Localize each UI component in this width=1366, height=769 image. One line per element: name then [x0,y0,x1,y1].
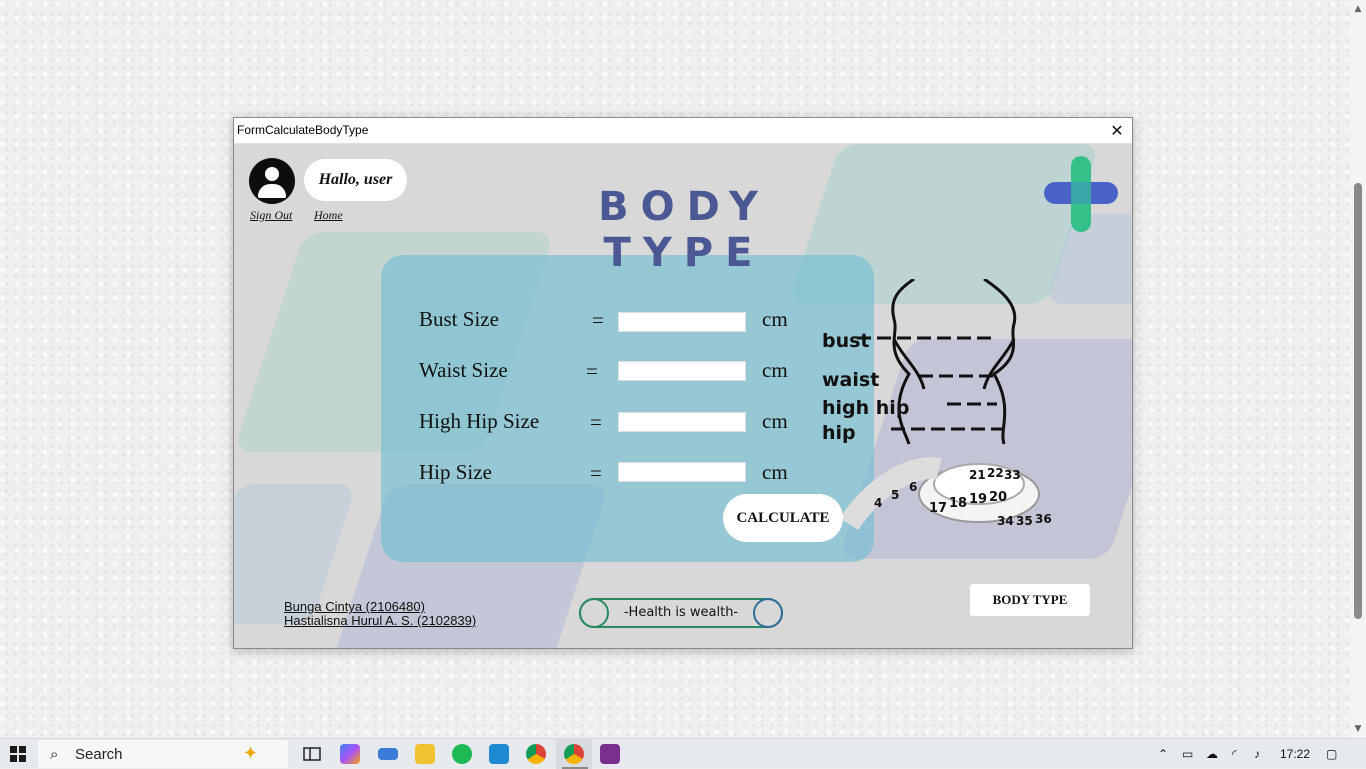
search-placeholder: Search [75,746,123,763]
equals-sign: = [586,359,598,383]
motto-text: -Health is wealth- [623,605,739,620]
battery-icon[interactable]: ▭ [1182,739,1193,769]
tape-number: 20 [989,490,1007,505]
sparkle-icon: ✦ [243,743,259,764]
winrar-icon[interactable] [600,739,620,769]
window-client-area: Hallo, user Sign Out Home BODY TYPE Bust… [234,144,1132,648]
calculate-button[interactable]: CALCULATE [723,494,843,542]
page-scrollbar[interactable]: ▲ ▼ [1350,0,1366,738]
equals-sign: = [592,308,604,332]
author-line: Hastialisna Hurul A. S. (2102839) [284,613,477,628]
high-hip-size-input[interactable] [618,412,746,432]
sign-out-link[interactable]: Sign Out [250,208,292,223]
motto-left-cap [579,598,609,628]
file-explorer-icon[interactable] [415,739,435,769]
taskbar-search-box[interactable]: ⌕ Search ✦ [38,740,288,768]
tape-number: 36 [1035,512,1052,526]
app-window: FormCalculateBodyType ✕ Hallo, user Sign… [233,117,1133,649]
copilot-icon[interactable] [340,739,360,769]
tape-number: 33 [1004,468,1021,482]
window-title: FormCalculateBodyType [237,123,369,137]
chrome-active-icon[interactable] [556,739,592,769]
greeting-bubble: Hallo, user [304,159,407,201]
notifications-icon[interactable]: ▢ [1326,739,1337,769]
equals-sign: = [590,461,602,485]
medical-cross-logo-icon [1044,156,1118,232]
scroll-down-icon[interactable]: ▼ [1353,724,1363,734]
bust-size-label: Bust Size [419,307,499,331]
close-icon[interactable]: ✕ [1102,118,1132,143]
hip-size-input[interactable] [618,462,746,482]
equals-sign: = [590,410,602,434]
onedrive-icon[interactable]: ☁ [1206,739,1218,769]
body-type-button[interactable]: BODY TYPE [970,584,1090,616]
wifi-icon[interactable]: ◜ [1232,739,1237,769]
search-icon: ⌕ [50,745,59,763]
bust-size-input[interactable] [618,312,746,332]
window-titlebar[interactable]: FormCalculateBodyType ✕ [234,118,1132,144]
tape-number: 5 [891,488,899,502]
high-hip-measure-label: high hip [822,397,910,419]
volume-icon[interactable]: ♪ [1254,739,1260,769]
tape-number: 19 [969,492,987,507]
task-view-icon[interactable] [302,739,322,769]
waist-measure-label: waist [822,369,880,391]
tape-number: 22 [987,466,1004,480]
scrollbar-thumb[interactable] [1354,183,1362,619]
author-line: Bunga Cintya (2106480) [284,599,425,614]
tape-number: 4 [874,496,882,510]
tray-chevron-icon[interactable]: ⌃ [1158,739,1168,769]
vscode-icon[interactable] [489,739,509,769]
scroll-up-icon[interactable]: ▲ [1353,4,1363,14]
clock[interactable]: 17:22 [1280,739,1310,769]
motto-right-cap [753,598,783,628]
unit-label: cm [762,307,788,331]
tape-number: 6 [909,480,917,494]
authors-credit: Bunga Cintya (2106480) Hastialisna Hurul… [284,600,476,628]
unit-label: cm [762,460,788,484]
unit-label: cm [762,409,788,433]
unit-label: cm [762,358,788,382]
tape-number: 21 [969,468,986,482]
taskbar: ⌕ Search ✦ ⌃ ▭ ☁ ◜ ♪ 17:22 ▢ [0,738,1366,769]
waist-size-input[interactable] [618,361,746,381]
tape-number: 34 [997,514,1014,528]
keyboard-icon[interactable] [378,739,398,769]
tape-number: 18 [949,496,967,511]
high-hip-size-label: High Hip Size [419,409,540,433]
page-title: BODY TYPE [598,184,770,276]
home-link[interactable]: Home [314,208,343,223]
hip-size-label: Hip Size [419,460,492,484]
bust-measure-label: bust [822,330,870,352]
motto-badge: -Health is wealth- [579,598,783,628]
waist-size-label: Waist Size [419,358,508,382]
hip-measure-label: hip [822,422,856,444]
chrome-icon[interactable] [526,739,546,769]
windows-start-icon[interactable] [0,739,36,769]
tape-number: 17 [929,501,947,516]
user-avatar-icon[interactable] [249,158,295,204]
tape-number: 35 [1016,514,1033,528]
spotify-icon[interactable] [452,739,472,769]
